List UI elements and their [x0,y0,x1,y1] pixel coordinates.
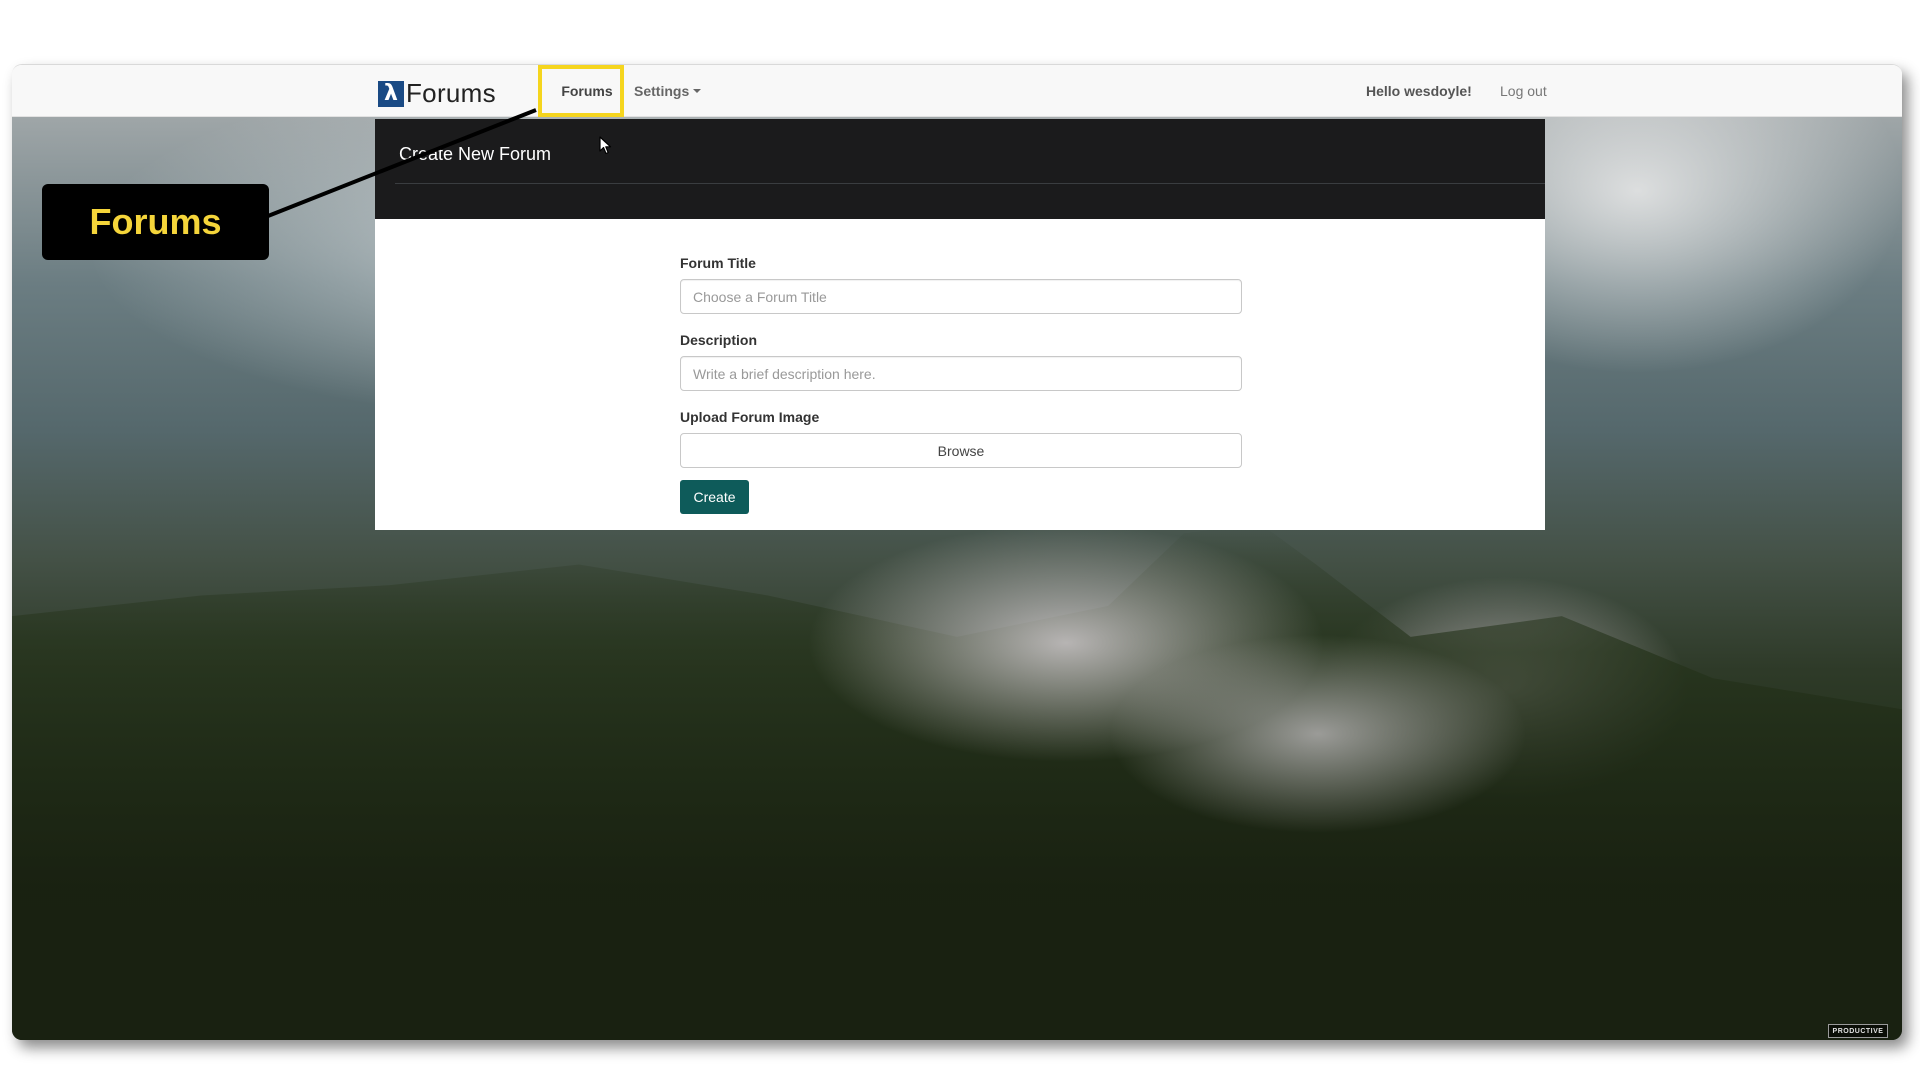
create-forum-form: Forum Title Description Upload Forum Ima… [680,255,1242,514]
user-greeting: Hello wesdoyle! [1366,83,1472,99]
watermark-badge: PRODUCTIVE [1828,1024,1888,1038]
callout-label: Forums [42,184,269,260]
nav-forums-link[interactable]: Forums [542,65,632,117]
settings-label: Settings [634,83,690,99]
caret-down-icon [693,89,702,93]
forum-title-label: Forum Title [680,255,756,271]
navbar: λ Forums Forums Settings Hello wesdoyle!… [12,65,1902,117]
brand[interactable]: λ Forums [378,78,496,109]
lambda-icon: λ [378,80,404,107]
nav-settings-dropdown[interactable]: Settings [634,65,702,117]
description-label: Description [680,332,758,348]
header-divider [395,183,1545,184]
browse-button[interactable]: Browse [680,433,1242,468]
browser-window: λ Forums Forums Settings Hello wesdoyle!… [12,64,1902,1040]
page-header: Create New Forum [375,119,1545,219]
create-forum-panel: Forum Title Description Upload Forum Ima… [375,219,1545,530]
brand-name: Forums [406,78,496,108]
upload-image-label: Upload Forum Image [680,409,820,425]
mist-cloud [1108,633,1529,834]
page-title: Create New Forum [399,144,552,164]
description-input[interactable] [680,356,1242,391]
create-button[interactable]: Create [680,480,749,514]
screen: λ Forums Forums Settings Hello wesdoyle!… [0,0,1920,1080]
mouse-pointer-icon [599,136,612,155]
forum-title-input[interactable] [680,279,1242,314]
logout-link[interactable]: Log out [1500,65,1547,117]
